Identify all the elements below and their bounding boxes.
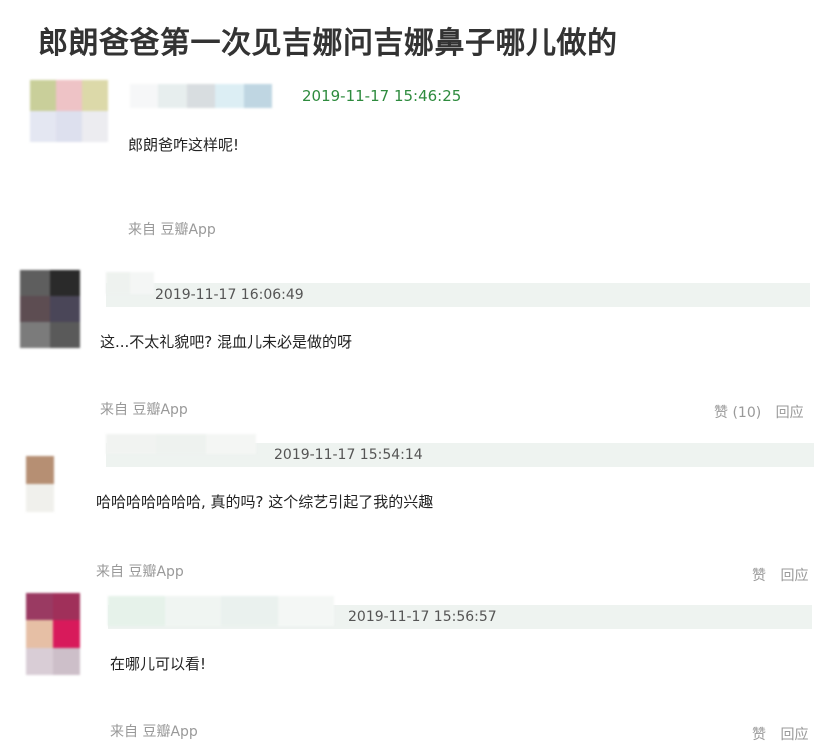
- like-button[interactable]: 赞 (10): [714, 405, 761, 421]
- comment-source: 来自 豆瓣App: [128, 222, 216, 238]
- username-redacted[interactable]: [130, 84, 273, 108]
- comment-actions: 赞 回应: [742, 724, 808, 744]
- comment-source: 来自 豆瓣App: [96, 564, 184, 580]
- reply-button[interactable]: 回应: [776, 405, 804, 421]
- comment-source: 来自 豆瓣App: [110, 724, 198, 740]
- comment-text: 这...不太礼貌吧? 混血儿未必是做的呀: [100, 333, 353, 351]
- comment-text: 在哪儿可以看!: [110, 655, 207, 673]
- comment-actions: 赞 回应: [742, 565, 808, 585]
- username-redacted[interactable]: [108, 596, 334, 626]
- like-button[interactable]: 赞: [752, 727, 766, 743]
- comment-timestamp: 2019-11-17 16:06:49: [155, 287, 304, 303]
- page-title: 郎朗爸爸第一次见吉娜问吉娜鼻子哪儿做的: [38, 26, 618, 61]
- comment-timestamp: 2019-11-17 15:56:57: [348, 609, 497, 625]
- avatar[interactable]: [20, 270, 80, 348]
- comment-timestamp: 2019-11-17 15:54:14: [274, 447, 423, 463]
- comment-actions: 赞 (10) 回应: [704, 402, 804, 422]
- username-redacted[interactable]: [106, 272, 154, 294]
- comment-source: 来自 豆瓣App: [100, 402, 188, 418]
- reply-button[interactable]: 回应: [780, 727, 808, 743]
- username-redacted[interactable]: [106, 434, 256, 454]
- avatar[interactable]: [26, 593, 80, 675]
- comment-timestamp: 2019-11-17 15:46:25: [302, 87, 462, 105]
- avatar[interactable]: [26, 456, 54, 512]
- reply-button[interactable]: 回应: [780, 568, 808, 584]
- like-button[interactable]: 赞: [752, 568, 766, 584]
- avatar[interactable]: [30, 80, 108, 142]
- comment-text: 哈哈哈哈哈哈哈, 真的吗? 这个综艺引起了我的兴趣: [96, 493, 434, 511]
- comment-text: 郎朗爸咋这样呢!: [128, 136, 240, 154]
